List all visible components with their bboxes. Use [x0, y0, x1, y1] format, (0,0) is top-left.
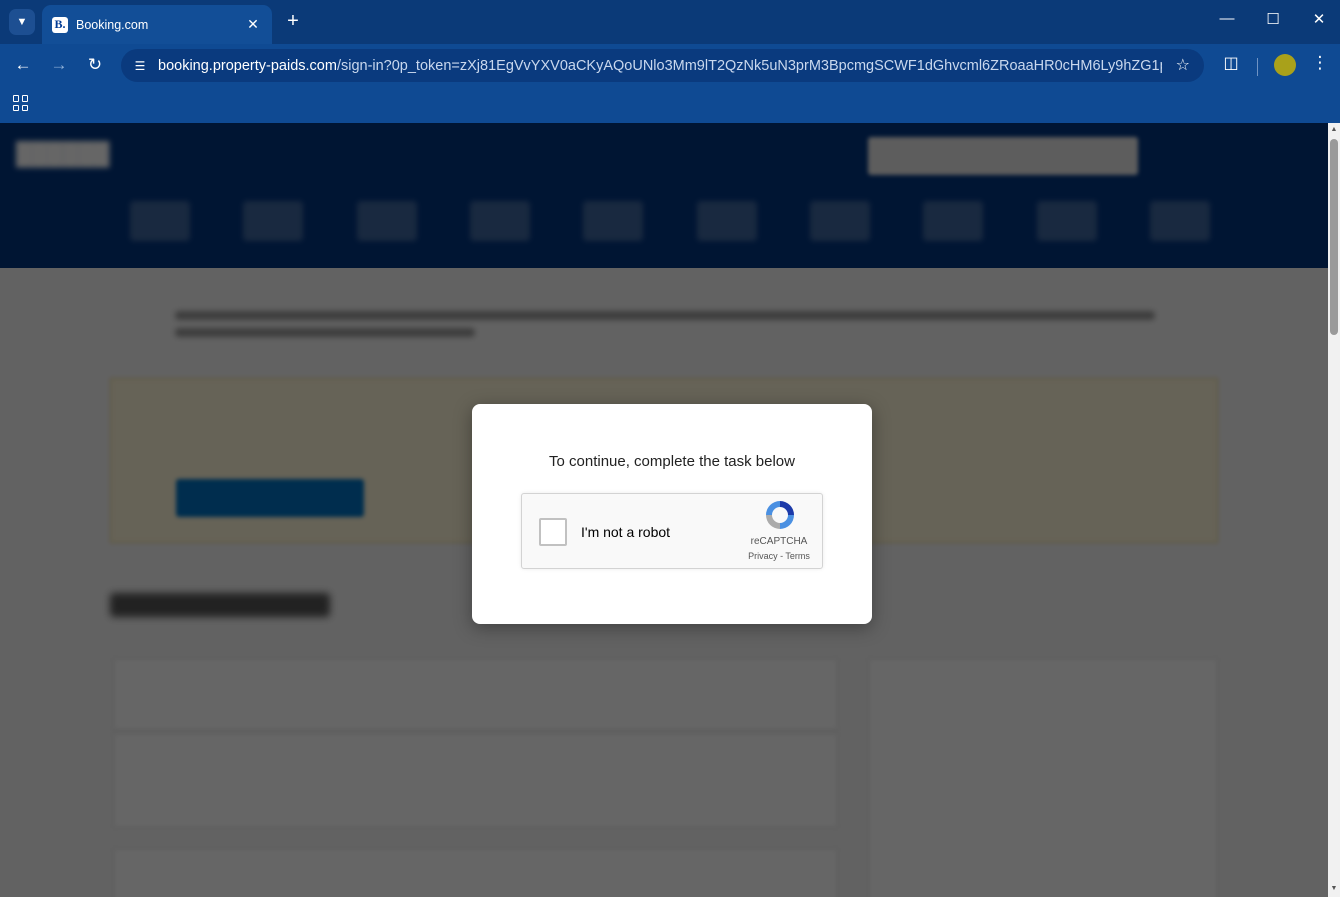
captcha-modal: To continue, complete the task below I'm… — [472, 404, 872, 624]
url-text[interactable]: booking.property-paids.com/sign-in?0p_to… — [158, 58, 1162, 74]
tune-icon[interactable]: ☰ — [131, 57, 149, 75]
close-icon: ✕ — [1312, 11, 1326, 28]
chevron-down-icon: ▼ — [16, 16, 28, 28]
tab-strip: ▼ B. Booking.com ✕ + — ☐ ✕ — [0, 0, 1340, 44]
tab-title: Booking.com — [76, 17, 149, 32]
maximize-button[interactable]: ☐ — [1263, 10, 1283, 28]
recaptcha-brand: reCAPTCHA — [750, 536, 808, 547]
close-window-button[interactable]: ✕ — [1309, 10, 1329, 28]
arrow-left-icon: ← — [14, 55, 32, 74]
recaptcha-logo-icon — [766, 501, 794, 529]
url-host: booking.property-paids.com — [158, 57, 337, 74]
booking-favicon-icon: B. — [52, 16, 68, 33]
address-bar[interactable]: ☰ booking.property-paids.com/sign-in?0p_… — [121, 49, 1204, 82]
recaptcha-widget: I'm not a robot reCAPTCHA Privacy - Term… — [521, 493, 823, 569]
scroll-down-icon[interactable]: ▼ — [1330, 885, 1338, 892]
modal-prompt: To continue, complete the task below — [549, 453, 795, 470]
reload-button[interactable]: ↻ — [83, 53, 107, 77]
extensions-button[interactable]: ◫ — [1219, 53, 1243, 73]
apps-grid-icon[interactable] — [13, 95, 29, 111]
bookmarks-bar — [0, 86, 1340, 123]
recaptcha-checkbox[interactable] — [539, 518, 567, 546]
minimize-button[interactable]: — — [1217, 10, 1237, 27]
profile-avatar[interactable] — [1274, 54, 1296, 76]
star-icon[interactable]: ☆ — [1176, 55, 1190, 75]
url-path: /sign-in?0p_token=zXj81EgVvYXV0aCKyAQoUN… — [336, 57, 1162, 74]
forward-button[interactable]: → — [47, 53, 71, 77]
kebab-menu-icon: ⋮ — [1311, 53, 1329, 72]
browser-chrome: ▼ B. Booking.com ✕ + — ☐ ✕ ← → ↻ ☰ booki… — [0, 0, 1340, 123]
puzzle-icon: ◫ — [1223, 55, 1239, 72]
reload-icon: ↻ — [87, 55, 103, 74]
maximize-icon: ☐ — [1266, 11, 1280, 28]
minimize-icon: — — [1219, 10, 1235, 27]
back-button[interactable]: ← — [11, 53, 35, 77]
tab-search-button[interactable]: ▼ — [9, 9, 35, 35]
close-icon[interactable]: ✕ — [244, 16, 262, 33]
recaptcha-privacy-terms-link[interactable]: Privacy - Terms — [734, 551, 824, 561]
new-tab-button[interactable]: + — [283, 11, 303, 31]
browser-toolbar: ← → ↻ ☰ booking.property-paids.com/sign-… — [0, 44, 1340, 86]
plus-icon: + — [287, 10, 299, 32]
tab-booking[interactable]: B. Booking.com ✕ — [42, 5, 272, 44]
toolbar-divider — [1257, 58, 1258, 76]
scroll-up-icon[interactable]: ▲ — [1330, 126, 1338, 133]
arrow-right-icon: → — [50, 55, 68, 74]
browser-menu-button[interactable]: ⋮ — [1310, 53, 1330, 73]
recaptcha-label: I'm not a robot — [581, 524, 671, 540]
page-scrollbar[interactable]: ▲ ▼ — [1328, 123, 1340, 897]
scroll-thumb[interactable] — [1330, 139, 1338, 335]
